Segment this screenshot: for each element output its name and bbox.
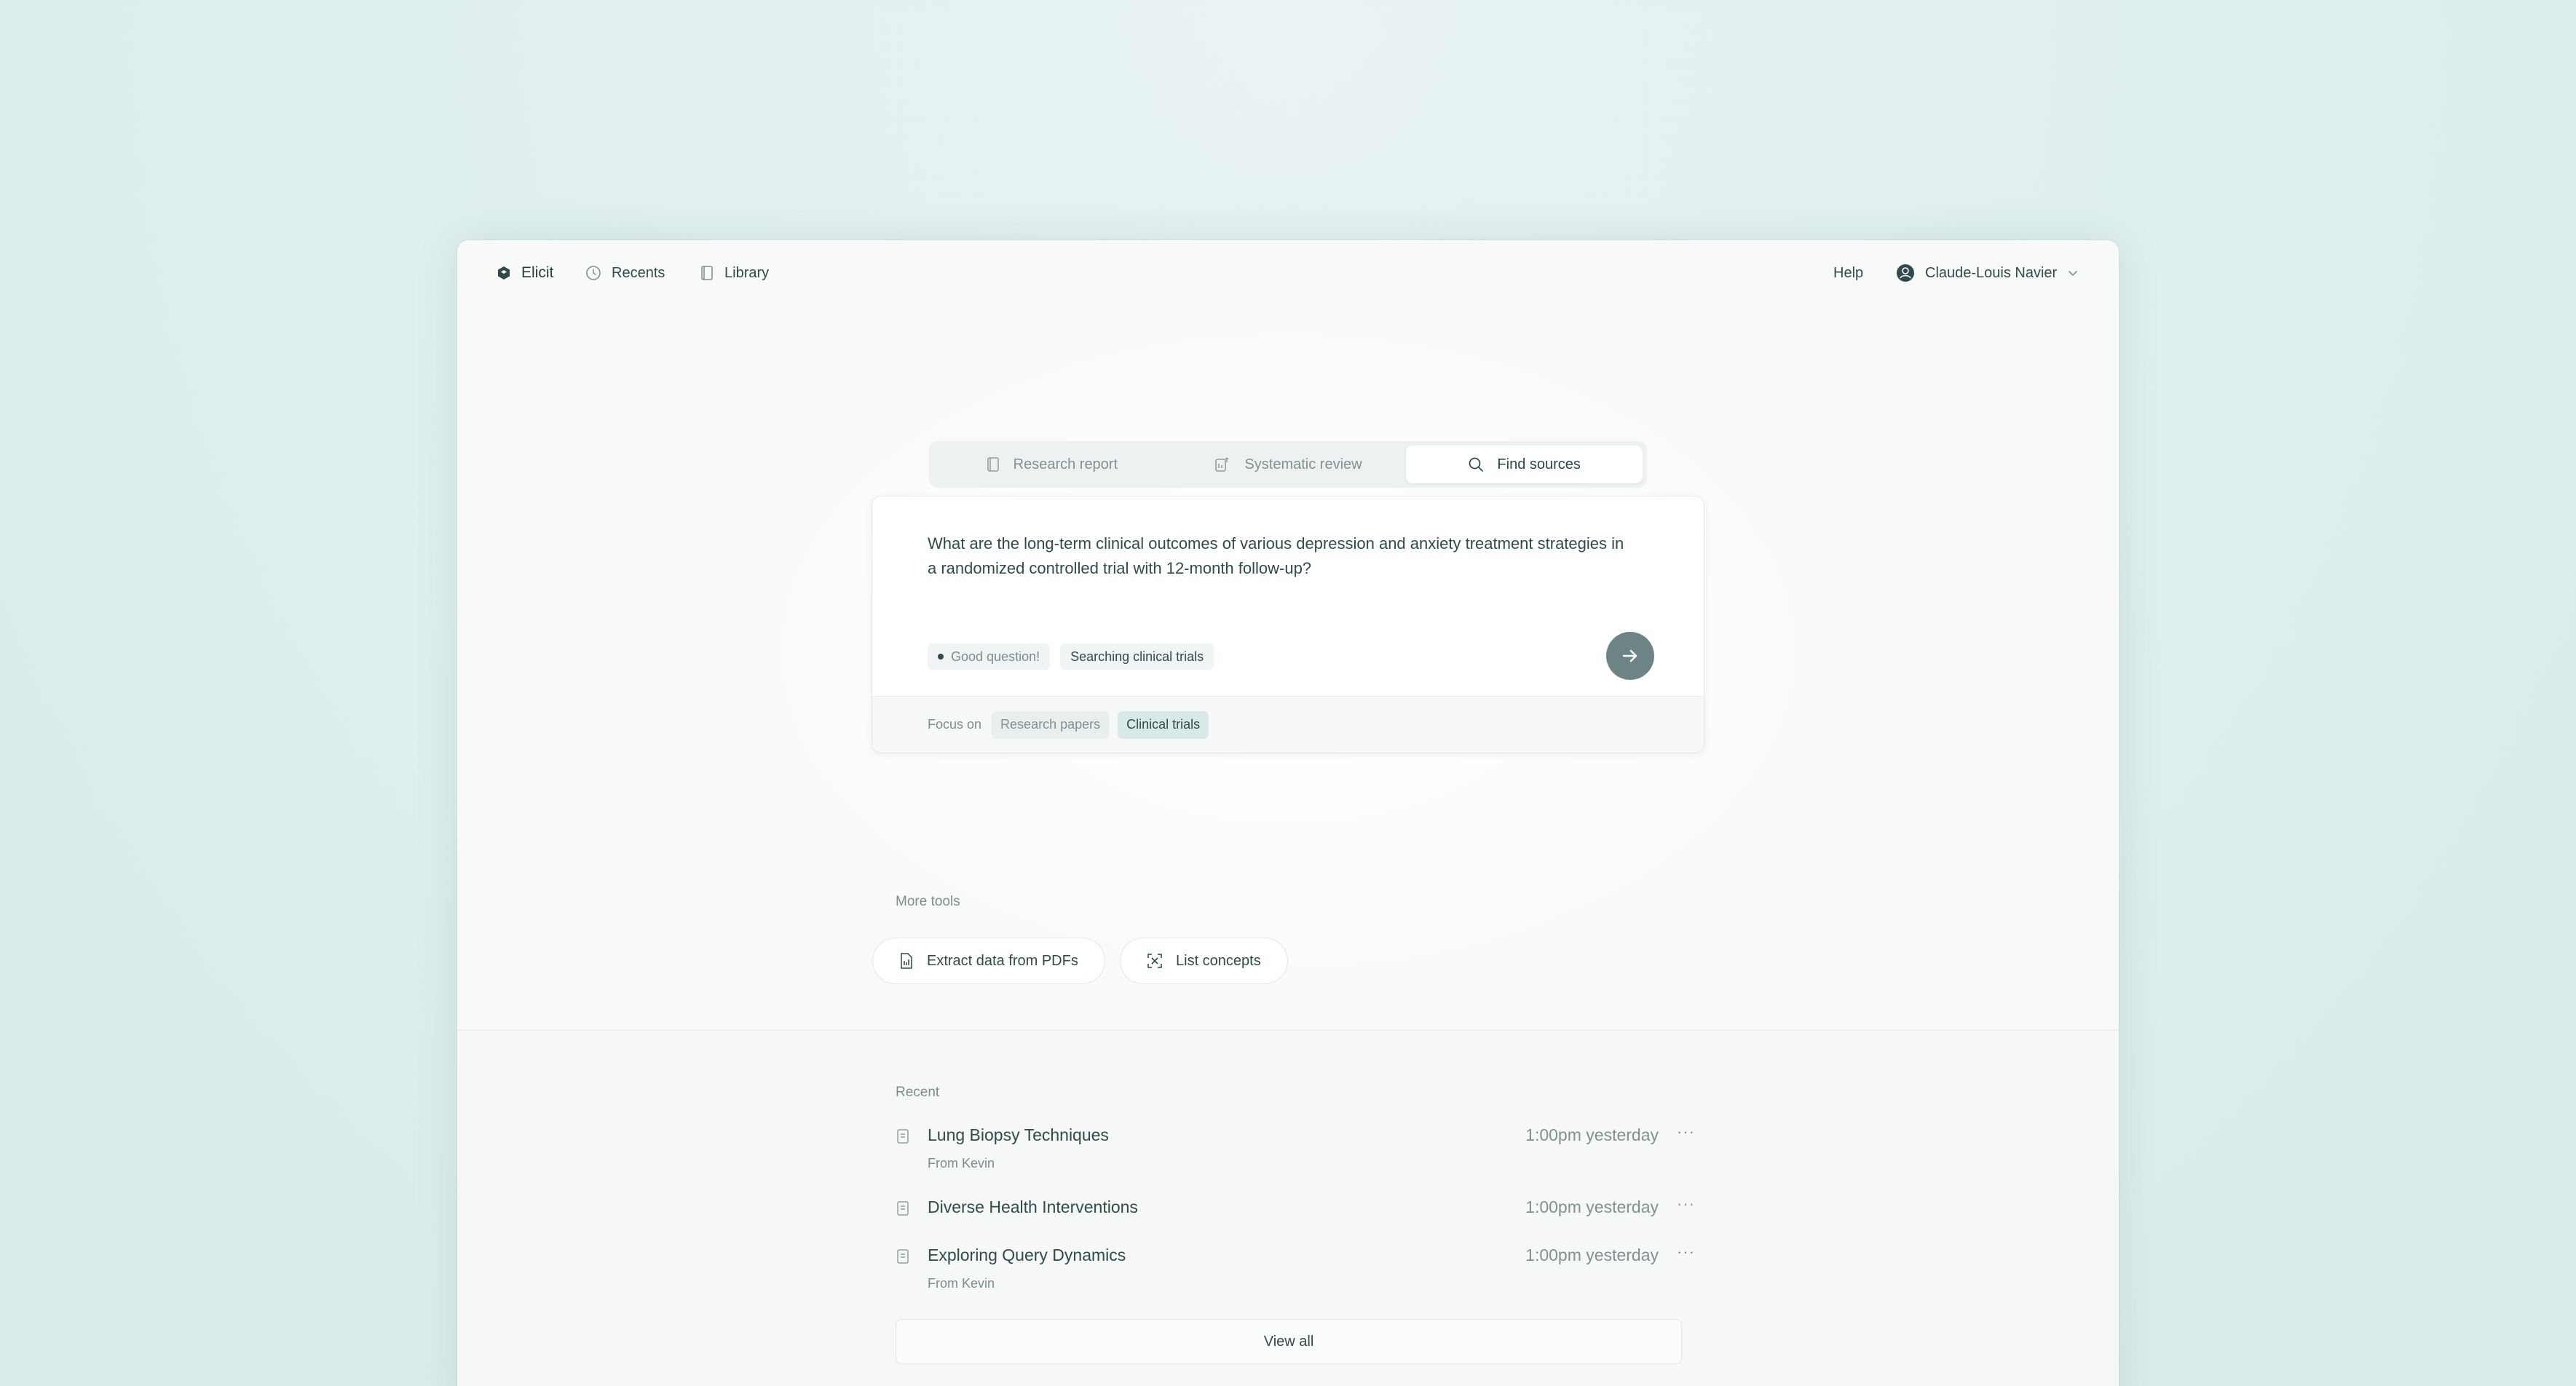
clock-icon — [586, 266, 601, 280]
nav-recents-label: Recents — [612, 264, 665, 281]
arrow-right-icon — [1622, 649, 1637, 662]
query-status-chips: Good question! Searching clinical trials — [928, 644, 1214, 670]
mode-tabs: Research report Systematic review Find s… — [929, 441, 1647, 488]
tab-systematic-review-label: Systematic review — [1244, 456, 1362, 472]
review-icon — [1215, 457, 1229, 472]
book-icon — [701, 266, 713, 280]
status-dot-icon — [938, 654, 944, 660]
list-concepts-label: List concepts — [1176, 952, 1261, 969]
focus-label: Focus on — [928, 717, 982, 732]
recent-item-time: 1:00pm yesterday — [1525, 1246, 1659, 1264]
elicit-logo-icon — [498, 266, 510, 280]
recent-label: Recent — [896, 1085, 940, 1100]
tab-research-report-label: Research report — [1013, 456, 1118, 472]
more-options-button[interactable]: ··· — [1677, 1122, 1695, 1141]
pdf-extract-icon — [901, 953, 912, 969]
help-label: Help — [1833, 264, 1864, 281]
nav-library-label: Library — [724, 264, 770, 281]
recent-item-source: From Kevin — [928, 1276, 995, 1291]
recent-item-title[interactable]: Diverse Health Interventions — [928, 1197, 1138, 1217]
report-icon — [987, 457, 999, 472]
focus-research-papers[interactable]: Research papers — [992, 710, 1110, 739]
recent-item-time: 1:00pm yesterday — [1525, 1197, 1659, 1216]
brand-logo[interactable]: Elicit — [497, 261, 553, 285]
extract-data-button[interactable]: Extract data from PDFs — [872, 938, 1105, 984]
more-tools-label: More tools — [896, 894, 960, 909]
tab-research-report[interactable]: Research report — [933, 446, 1170, 483]
searching-chip: Searching clinical trials — [1060, 644, 1214, 670]
avatar-icon — [1897, 264, 1914, 282]
extract-data-label: Extract data from PDFs — [927, 952, 1078, 969]
app-window: Elicit Recents Library Help Claude-Louis… — [457, 240, 2119, 1386]
recent-section: Recent Lung Biopsy Techniques From Kevin… — [457, 1029, 2119, 1386]
top-nav: Elicit Recents Library Help Claude-Louis… — [457, 240, 2119, 306]
recent-item-title[interactable]: Lung Biopsy Techniques — [928, 1125, 1109, 1145]
quality-chip-label: Good question! — [951, 649, 1040, 664]
user-menu[interactable]: Claude-Louis Navier — [1896, 261, 2079, 285]
chevron-down-icon — [2069, 271, 2078, 277]
search-card: What are the long-term clinical outcomes… — [872, 496, 1704, 753]
tab-find-sources[interactable]: Find sources — [1406, 446, 1643, 483]
tab-systematic-review[interactable]: Systematic review — [1170, 446, 1407, 483]
document-icon — [897, 1201, 909, 1216]
tab-find-sources-label: Find sources — [1497, 456, 1581, 472]
search-icon — [1469, 457, 1484, 472]
nav-recents[interactable]: Recents — [585, 261, 665, 285]
concepts-icon — [1147, 954, 1162, 968]
quality-chip: Good question! — [928, 644, 1051, 670]
focus-bar: Focus on Research papers Clinical trials — [872, 696, 1704, 753]
more-options-button[interactable]: ··· — [1677, 1243, 1695, 1262]
user-name: Claude-Louis Navier — [1925, 264, 2058, 281]
recent-item-source: From Kevin — [928, 1156, 995, 1171]
nav-library[interactable]: Library — [700, 261, 769, 285]
view-all-button[interactable]: View all — [896, 1319, 1682, 1364]
document-icon — [897, 1249, 909, 1264]
brand-name: Elicit — [521, 264, 554, 281]
submit-button[interactable] — [1606, 632, 1654, 680]
more-options-button[interactable]: ··· — [1677, 1195, 1695, 1213]
help-link[interactable]: Help — [1833, 261, 1863, 285]
query-input[interactable]: What are the long-term clinical outcomes… — [928, 531, 1627, 581]
recent-item-title[interactable]: Exploring Query Dynamics — [928, 1246, 1126, 1265]
focus-clinical-trials[interactable]: Clinical trials — [1118, 710, 1209, 739]
document-icon — [897, 1129, 909, 1144]
searching-chip-label: Searching clinical trials — [1070, 649, 1204, 664]
list-concepts-button[interactable]: List concepts — [1120, 938, 1288, 984]
recent-item-time: 1:00pm yesterday — [1525, 1125, 1659, 1144]
